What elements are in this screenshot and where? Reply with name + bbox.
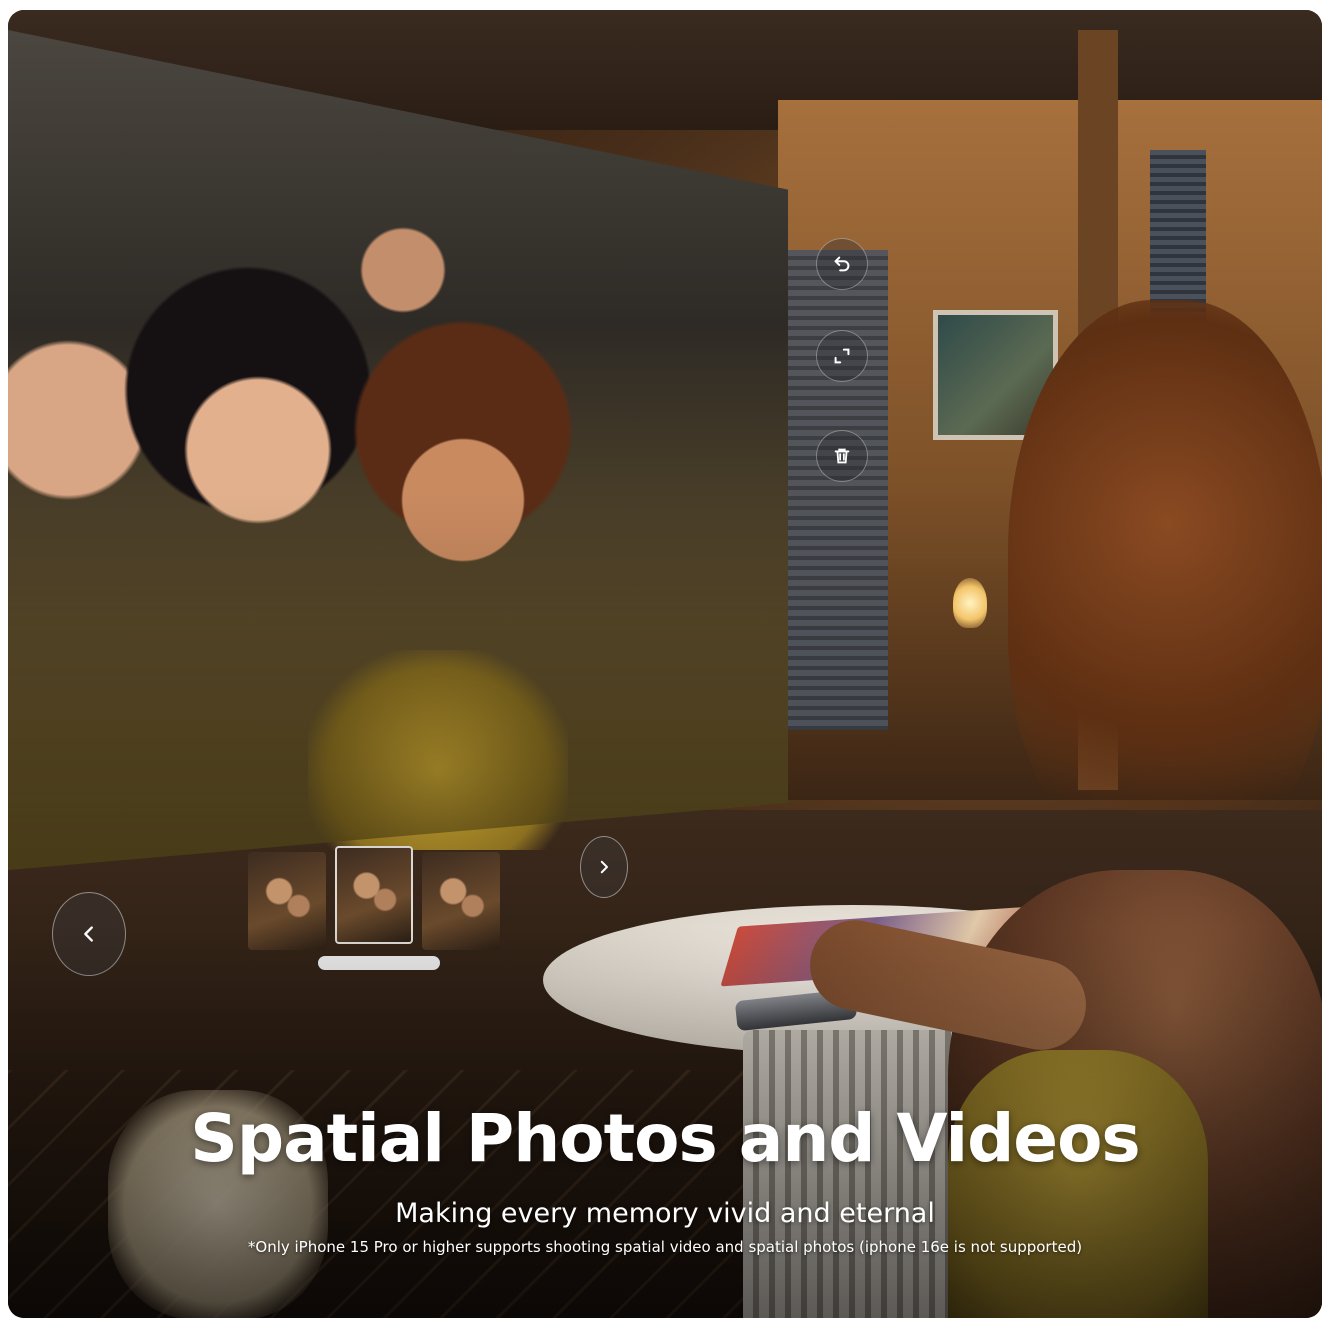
subheadline: Making every memory vivid and eternal [395,1198,935,1229]
hero-image: Spatial Photos and Videos Making every m… [8,10,1322,1318]
footnote: *Only iPhone 15 Pro or higher supports s… [247,1238,1083,1256]
headline: Spatial Photos and Videos [190,1100,1140,1177]
